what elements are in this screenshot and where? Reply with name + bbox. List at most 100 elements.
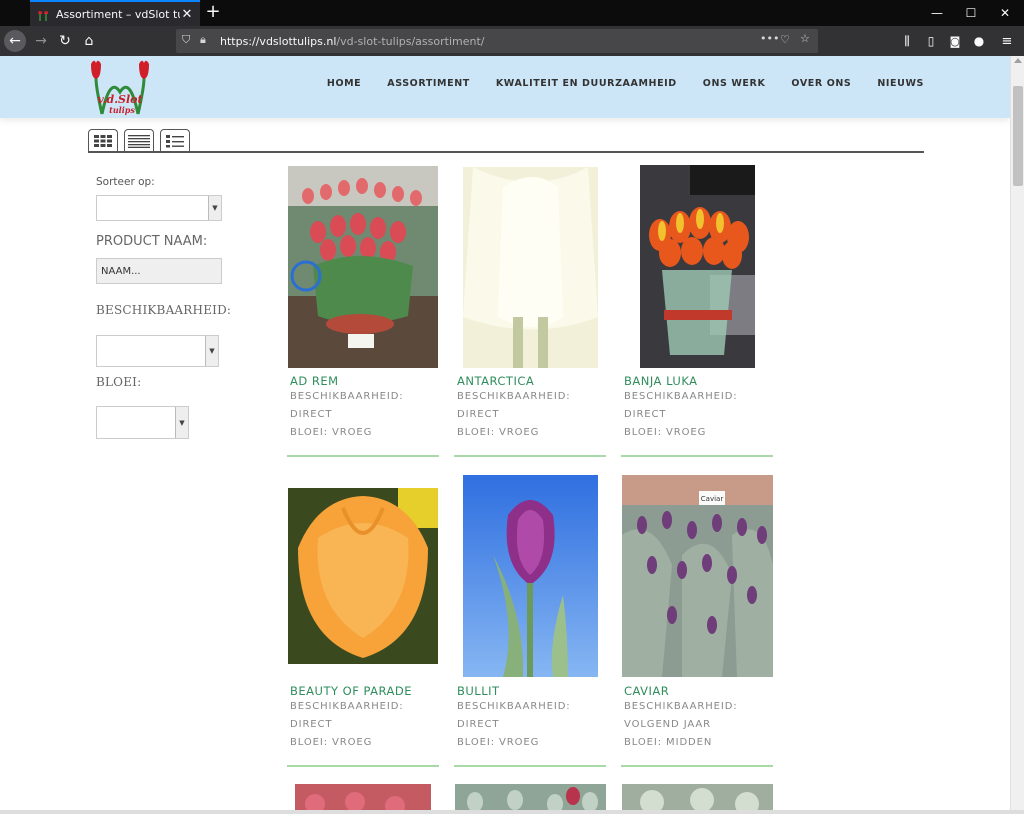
new-tab-icon[interactable]: + — [204, 2, 222, 22]
product-availability-label: BESCHIKBAARHEID: — [624, 701, 738, 712]
nav-ons-werk[interactable]: ONS WERK — [703, 78, 766, 89]
product-photo[interactable] — [640, 165, 755, 368]
product-name[interactable]: ANTARCTICA — [457, 374, 534, 388]
browser-nav-bar: ← → ↻ ⌂ ⛉ 🔒︎ https://vdslottulips.nl/vd-… — [0, 26, 1024, 56]
nav-over-ons[interactable]: OVER ONS — [791, 78, 851, 89]
product-photo[interactable]: Caviar — [622, 475, 773, 677]
back-icon[interactable]: ← — [4, 30, 26, 52]
nav-assortiment[interactable]: ASSORTIMENT — [387, 78, 470, 89]
list-view-icon[interactable] — [124, 129, 154, 151]
grid-view-icon[interactable] — [88, 129, 118, 151]
product-card[interactable]: AD REM BESCHIKBAARHEID: DIRECT BLOEI: VR… — [287, 164, 439, 459]
bookmark-star-icon[interactable]: ☆ — [800, 32, 810, 45]
product-name[interactable]: CAVIAR — [624, 684, 669, 698]
reload-icon[interactable]: ↻ — [54, 30, 76, 52]
maximize-icon[interactable]: ☐ — [954, 0, 988, 26]
product-photo[interactable] — [622, 784, 773, 810]
product-availability-label: BESCHIKBAARHEID: — [457, 391, 571, 402]
site-header: v.d.Slot tulips HOME ASSORTIMENT KWALITE… — [0, 56, 1010, 118]
product-availability: DIRECT — [290, 409, 333, 420]
home-icon[interactable]: ⌂ — [78, 30, 100, 52]
product-photo[interactable] — [463, 167, 598, 368]
url-bar[interactable]: ⛉ 🔒︎ https://vdslottulips.nl/vd-slot-tul… — [176, 29, 818, 53]
product-photo[interactable] — [288, 488, 438, 664]
scrollbar-thumb[interactable] — [1013, 86, 1023, 186]
site-logo[interactable]: v.d.Slot tulips — [88, 58, 152, 116]
close-window-icon[interactable]: ✕ — [988, 0, 1022, 26]
chevron-down-icon: ▼ — [205, 336, 218, 366]
chevron-down-icon: ▼ — [175, 407, 188, 438]
product-photo[interactable] — [295, 784, 431, 810]
chevron-down-icon: ▼ — [208, 196, 221, 220]
url-text: https://vdslottulips.nl/vd-slot-tulips/a… — [220, 34, 485, 48]
product-availability-label: BESCHIKBAARHEID: — [290, 701, 404, 712]
pocket-icon[interactable]: ♡ — [780, 33, 790, 46]
availability-label: BESCHIKBAARHEID: — [96, 303, 232, 317]
toolbar-divider — [88, 151, 924, 153]
product-card[interactable]: ANTARCTICA BESCHIKBAARHEID: DIRECT BLOEI… — [454, 164, 606, 459]
product-name-label: PRODUCT NAAM: — [96, 234, 208, 249]
product-card[interactable]: BANJA LUKA BESCHIKBAARHEID: DIRECT BLOEI… — [621, 164, 773, 459]
browser-tab[interactable]: Assortiment – vdSlot tulips ✕ — [30, 0, 200, 26]
nav-nieuws[interactable]: NIEUWS — [877, 78, 924, 89]
product-availability: DIRECT — [290, 719, 333, 730]
product-bloom: BLOEI: VROEG — [290, 427, 373, 438]
scroll-up-icon[interactable] — [1014, 58, 1022, 63]
sidebar-icon[interactable]: ▯ — [920, 30, 942, 52]
forward-icon[interactable]: → — [30, 30, 52, 52]
product-availability: DIRECT — [457, 719, 500, 730]
minimize-icon[interactable]: — — [920, 0, 954, 26]
product-card[interactable]: Caviar CAVIAR BESCHIKBAARHEID: VOLGEND J… — [621, 474, 773, 769]
tab-title: Assortiment – vdSlot tulips — [56, 7, 180, 21]
bloom-label: BLOEI: — [96, 375, 142, 389]
product-availability-label: BESCHIKBAARHEID: — [290, 391, 404, 402]
product-bloom: BLOEI: VROEG — [624, 427, 707, 438]
card-divider — [454, 455, 606, 457]
product-bloom: BLOEI: VROEG — [290, 737, 373, 748]
detail-view-icon[interactable] — [160, 129, 190, 151]
card-divider — [287, 455, 439, 457]
account-icon[interactable]: ● — [968, 30, 990, 52]
availability-select[interactable]: ▼ — [96, 335, 219, 367]
product-availability-label: BESCHIKBAARHEID: — [457, 701, 571, 712]
extension-icon[interactable]: ◙ — [944, 30, 966, 52]
tulip-favicon-icon — [36, 7, 50, 21]
card-divider — [621, 765, 773, 767]
product-name[interactable]: BANJA LUKA — [624, 374, 698, 388]
product-photo[interactable] — [463, 475, 598, 677]
main-nav: HOME ASSORTIMENT KWALITEIT EN DUURZAAMHE… — [327, 78, 924, 89]
product-availability: DIRECT — [624, 409, 667, 420]
nav-kwaliteit[interactable]: KWALITEIT EN DUURZAAMHEID — [496, 78, 677, 89]
photo-tag-text: Caviar — [701, 495, 724, 503]
view-toggles — [88, 129, 190, 151]
menu-icon[interactable]: ≡ — [996, 30, 1018, 52]
tab-close-icon[interactable]: ✕ — [180, 7, 194, 22]
page-actions-icon[interactable]: ••• — [760, 32, 779, 45]
card-divider — [287, 765, 439, 767]
page-scrollbar[interactable] — [1010, 56, 1024, 810]
product-availability: DIRECT — [457, 409, 500, 420]
product-name[interactable]: BEAUTY OF PARADE — [290, 684, 412, 698]
window-bottom-edge — [0, 810, 1024, 814]
product-card[interactable]: BULLIT BESCHIKBAARHEID: DIRECT BLOEI: VR… — [454, 474, 606, 769]
product-photo[interactable] — [288, 166, 438, 368]
logo-text-bottom: tulips — [109, 105, 135, 115]
sort-select[interactable]: ▼ — [96, 195, 222, 221]
browser-tab-bar: Assortiment – vdSlot tulips ✕ + — ☐ ✕ — [0, 0, 1024, 26]
card-divider — [621, 455, 773, 457]
product-bloom: BLOEI: MIDDEN — [624, 737, 713, 748]
product-availability-label: BESCHIKBAARHEID: — [624, 391, 738, 402]
sort-label: Sorteer op: — [96, 176, 155, 188]
product-name-input[interactable]: NAAM... — [96, 258, 222, 284]
product-bloom: BLOEI: VROEG — [457, 737, 540, 748]
product-bloom: BLOEI: VROEG — [457, 427, 540, 438]
product-name[interactable]: BULLIT — [457, 684, 500, 698]
product-photo[interactable] — [455, 784, 606, 810]
library-icon[interactable]: ⫼ — [896, 30, 918, 52]
product-card[interactable]: BEAUTY OF PARADE BESCHIKBAARHEID: DIRECT… — [287, 474, 439, 769]
bloom-select[interactable]: ▼ — [96, 406, 189, 439]
shield-icon[interactable]: ⛉ — [182, 33, 190, 47]
product-name[interactable]: AD REM — [290, 374, 339, 388]
nav-home[interactable]: HOME — [327, 78, 361, 89]
product-availability: VOLGEND JAAR — [624, 719, 712, 730]
